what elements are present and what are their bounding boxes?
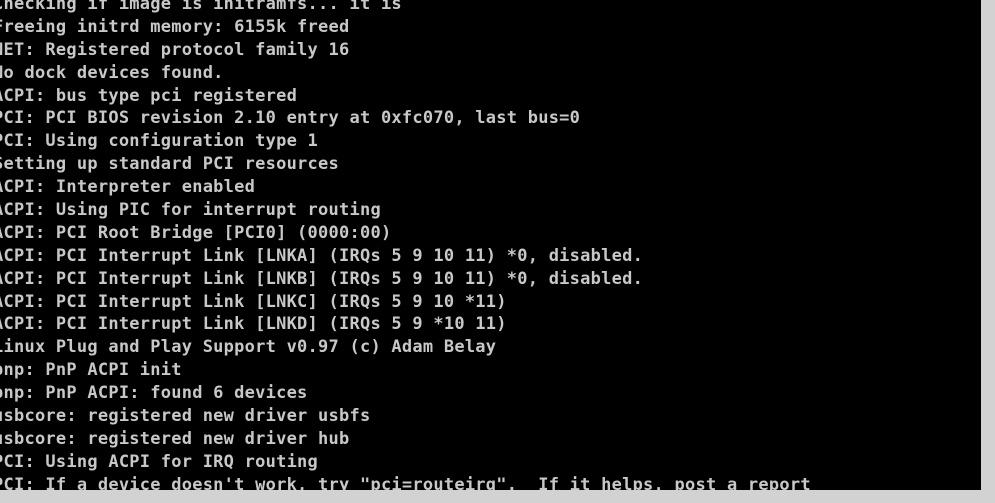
console-line: ACPI: PCI Interrupt Link [LNKB] (IRQs 5 … (0, 268, 644, 289)
console-line: PCI: Using ACPI for IRQ routing (0, 451, 319, 472)
console-line: ACPI: bus type pci registered (0, 85, 298, 106)
console-line: ACPI: PCI Interrupt Link [LNKC] (IRQs 5 … (0, 291, 507, 312)
boot-console: Checking if image is initramfs... it is … (0, 0, 981, 490)
console-line: usbcore: registered new driver hub (0, 428, 350, 449)
console-line: PCI: Using configuration type 1 (0, 131, 319, 152)
console-line: PCI: If a device doesn't work, try "pci=… (0, 474, 811, 490)
console-line: No dock devices found. (0, 62, 224, 83)
console-line: pnp: PnP ACPI init (0, 360, 182, 381)
console-line: Checking if image is initramfs... it is (0, 0, 402, 14)
console-line: pnp: PnP ACPI: found 6 devices (0, 383, 308, 404)
console-line: Setting up standard PCI resources (0, 154, 340, 175)
console-output: Checking if image is initramfs... it is … (0, 0, 811, 490)
console-line: ACPI: PCI Root Bridge [PCI0] (0000:00) (0, 222, 392, 243)
console-line: NET: Registered protocol family 16 (0, 39, 350, 60)
console-line: Linux Plug and Play Support v0.97 (c) Ad… (0, 337, 497, 358)
console-line: ACPI: Using PIC for interrupt routing (0, 200, 381, 221)
console-line: ACPI: PCI Interrupt Link [LNKA] (IRQs 5 … (0, 245, 644, 266)
console-line: Freeing initrd memory: 6155k freed (0, 16, 350, 37)
console-line: ACPI: Interpreter enabled (0, 177, 256, 198)
monitor-bezel: Checking if image is initramfs... it is … (0, 0, 995, 503)
console-line: usbcore: registered new driver usbfs (0, 406, 371, 427)
console-line: ACPI: PCI Interrupt Link [LNKD] (IRQs 5 … (0, 314, 507, 335)
console-line: PCI: PCI BIOS revision 2.10 entry at 0xf… (0, 108, 581, 129)
